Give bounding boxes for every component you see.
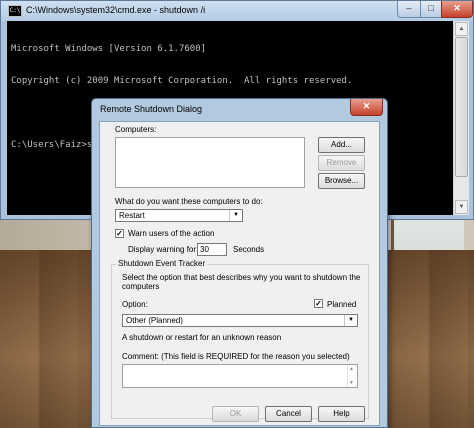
action-label: What do you want these computers to do: [115,197,263,206]
maximize-button[interactable]: □ [420,1,442,18]
action-value: Restart [119,211,145,220]
console-line: Microsoft Windows [Version 6.1.7600] [11,44,207,54]
scroll-up-icon[interactable]: ▲ [349,366,354,372]
minimize-button[interactable]: – [397,1,421,18]
scroll-down-icon[interactable]: ▼ [349,380,354,386]
chevron-down-icon: ▼ [344,315,357,326]
scroll-thumb[interactable] [455,37,468,177]
action-select[interactable]: Restart ▼ [115,209,243,222]
computers-list[interactable] [115,137,305,188]
help-button[interactable]: Help [318,406,365,422]
cmd-title: C:\Windows\system32\cmd.exe - shutdown /… [26,5,206,15]
dialog-body: Computers: Add... Remove Browse... What … [99,121,380,426]
ok-button[interactable]: OK [212,406,259,422]
comment-scrollbar[interactable]: ▲ ▼ [347,365,357,387]
browse-button[interactable]: Browse... [318,173,365,189]
tracker-title: Shutdown Event Tracker [116,259,208,268]
scroll-up-icon[interactable]: ▲ [455,22,468,36]
console-line: Copyright (c) 2009 Microsoft Corporation… [11,76,353,86]
scroll-down-icon[interactable]: ▼ [455,200,468,214]
remote-shutdown-dialog: Remote Shutdown Dialog ✕ Computers: Add.… [91,98,388,428]
dialog-title: Remote Shutdown Dialog [100,104,203,114]
tracker-description: Select the option that best describes wh… [122,273,361,291]
dialog-close-button[interactable]: ✕ [350,99,383,116]
option-description: A shutdown or restart for an unknown rea… [122,333,282,342]
computers-label: Computers: [115,125,157,134]
console-scrollbar[interactable]: ▲ ▼ [453,21,469,215]
option-value: Other (Planned) [126,316,183,325]
shutdown-event-tracker: Shutdown Event Tracker Select the option… [111,259,369,419]
chevron-down-icon: ▼ [229,210,242,221]
comment-textarea[interactable]: ▲ ▼ [122,364,358,388]
warn-label: Warn users of the action [128,229,215,238]
planned-checkbox[interactable]: ✓ [314,299,323,308]
comment-label: Comment: (This field is REQUIRED for the… [122,352,350,361]
warning-seconds-input[interactable]: 30 [197,243,227,256]
display-warning-label: Display warning for [128,245,197,254]
remove-button[interactable]: Remove [318,155,365,171]
cancel-button[interactable]: Cancel [265,406,312,422]
planned-label: Planned [327,300,357,309]
option-label: Option: [122,300,148,309]
seconds-label: Seconds [233,245,265,254]
cmd-app-icon: C:\ [8,5,22,17]
add-button[interactable]: Add... [318,137,365,153]
warn-checkbox[interactable]: ✓ [115,229,124,238]
option-select[interactable]: Other (Planned) ▼ [122,314,358,327]
close-button[interactable]: ✕ [441,1,473,18]
